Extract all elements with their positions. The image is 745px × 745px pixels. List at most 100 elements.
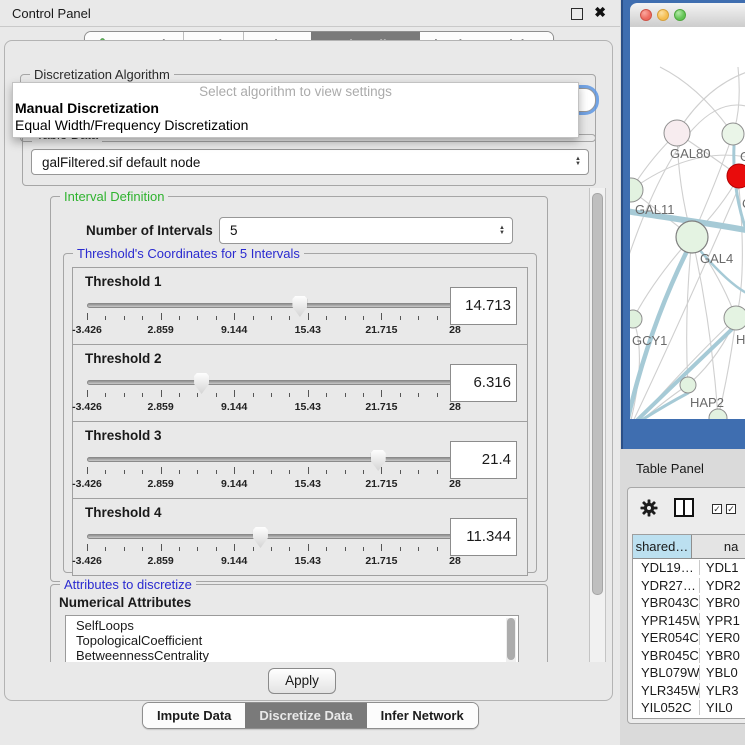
zoom-traffic-light-icon[interactable] [674,9,686,21]
table-panel-title: Table Panel [636,461,704,476]
interval-definition-group: Interval Definition Number of Intervals … [50,196,548,582]
node-label-h: H [736,332,745,347]
network-canvas[interactable]: GAL80 GA GAL11 C GAL4 GCY1 H HAP2 [630,27,745,419]
table-row[interactable]: YBR045CYBR0 [633,647,745,665]
cell-shared-name[interactable]: YBL079W [633,665,700,680]
slider-track[interactable] [87,534,455,539]
cell-name[interactable]: YIL0 [700,700,745,715]
attributes-list-scrollbar[interactable] [506,618,516,662]
threshold-slider[interactable]: -3.4262.8599.14415.4321.71528 [87,373,455,419]
attribute-list-item[interactable]: BetweennessCentrality [76,648,518,662]
node-label-gal4: GAL4 [700,251,733,266]
slider-track[interactable] [87,303,455,308]
table-row[interactable]: YPR145WYPR1 [633,612,745,630]
table-row[interactable]: YBR043CYBR0 [633,594,745,612]
node-hap2 [680,377,696,393]
tick-label: 28 [449,401,461,413]
cell-shared-name[interactable]: YBR045C [633,648,700,663]
cell-name[interactable]: YDR2 [700,578,745,593]
cyni-bottom-tabs: Impute Data Discretize Data Infer Networ… [142,702,479,729]
cell-name[interactable]: YBR0 [700,648,745,663]
cell-name[interactable]: YDL1 [700,560,745,575]
threshold-value-field[interactable]: 21.4 [450,441,517,479]
tab-impute-data[interactable]: Impute Data [143,703,245,728]
cell-shared-name[interactable]: YLR345W [633,683,700,698]
cell-name[interactable]: YLR3 [700,683,745,698]
float-window-icon[interactable] [571,8,583,20]
apply-button[interactable]: Apply [268,668,336,694]
cell-shared-name[interactable]: YER054C [633,630,700,645]
node-h [724,306,745,330]
cell-name[interactable]: YPR1 [700,613,745,628]
tick-label: 15.43 [295,555,321,567]
number-of-intervals-combobox[interactable]: 5 ▲▼ [219,217,513,244]
combo-stepper-icon[interactable]: ▲▼ [575,157,581,167]
tick-label: -3.426 [72,478,102,490]
table-row[interactable]: YBL079WYBL0 [633,664,745,682]
threshold-row: Threshold 2 -3.4262.8599.14415.4321.7152… [72,344,528,422]
tick-label: 9.144 [221,401,247,413]
table-row[interactable]: YIL052CYIL0 [633,699,745,717]
threshold-slider[interactable]: -3.4262.8599.14415.4321.71528 [87,527,455,573]
tick-label: 21.715 [365,478,397,490]
slider-tick-labels: -3.4262.8599.14415.4321.71528 [87,555,455,567]
column-header-shared[interactable]: shared… [633,535,692,558]
tick-label: 9.144 [221,478,247,490]
threshold-value-field[interactable]: 11.344 [450,518,517,556]
tab-discretize-data[interactable]: Discretize Data [245,703,366,728]
cell-shared-name[interactable]: YBR043C [633,595,700,610]
dropdown-option-manual[interactable]: Manual Discretization [13,100,578,117]
discretization-algorithm-label: Discretization Algorithm [30,67,174,82]
column-header-name[interactable]: na [692,535,745,558]
tick-label: -3.426 [72,555,102,567]
threshold-slider[interactable]: -3.4262.8599.14415.4321.71528 [87,296,455,342]
dropdown-option-equal-width[interactable]: Equal Width/Frequency Discretization [13,117,578,134]
settings-scroll-area: Interval Definition Number of Intervals … [10,188,606,662]
minimize-traffic-light-icon[interactable] [657,9,669,21]
settings-vertical-scrollbar[interactable] [589,188,606,662]
threshold-value-field[interactable]: 6.316 [450,364,517,402]
cell-name[interactable]: YER0 [700,630,745,645]
tick-label: 28 [449,478,461,490]
tab-infer-network[interactable]: Infer Network [367,703,478,728]
table-data-group: Table Data galFiltered.sif default node … [22,134,596,186]
checked-box-icon[interactable]: ✓ [726,504,736,514]
tick-label: -3.426 [72,324,102,336]
table-row[interactable]: YER054CYER0 [633,629,745,647]
table-row[interactable]: YDR27…YDR2 [633,577,745,595]
table-data-combobox[interactable]: galFiltered.sif default node ▲▼ [31,149,589,175]
cell-name[interactable]: YBL0 [700,665,745,680]
slider-ticks [87,313,455,321]
cell-shared-name[interactable]: YIL052C [633,700,700,715]
interval-definition-label: Interval Definition [60,189,168,204]
numerical-attributes-list[interactable]: SelfLoopsTopologicalCoefficientBetweenne… [65,615,519,662]
threshold-value-field[interactable]: 14.713 [450,287,517,325]
number-of-intervals-label: Number of Intervals [86,223,213,238]
close-traffic-light-icon[interactable] [640,9,652,21]
cell-name[interactable]: YBR0 [700,595,745,610]
slider-track[interactable] [87,380,455,385]
tick-label: 15.43 [295,401,321,413]
cell-shared-name[interactable]: YDL19… [633,560,700,575]
combo-stepper-icon[interactable]: ▲▼ [499,226,505,236]
threshold-row: Threshold 4 -3.4262.8599.14415.4321.7152… [72,498,528,576]
checked-box-icon[interactable]: ✓ [712,504,722,514]
cell-shared-name[interactable]: YPR145W [633,613,700,628]
threshold-slider[interactable]: -3.4262.8599.14415.4321.71528 [87,450,455,496]
slider-tick-labels: -3.4262.8599.14415.4321.71528 [87,324,455,336]
attribute-list-item[interactable]: SelfLoops [76,618,518,633]
tick-label: 28 [449,324,461,336]
gear-icon[interactable] [640,499,658,517]
close-icon[interactable]: ✖ [594,4,606,21]
tab-discretize-data-label: Discretize Data [259,708,352,723]
split-view-icon[interactable] [674,498,694,517]
table-row[interactable]: YLR345WYLR3 [633,682,745,700]
slider-track[interactable] [87,457,455,462]
tick-label: 28 [449,555,461,567]
node-label-gcy1: GCY1 [632,333,667,348]
cell-shared-name[interactable]: YDR27… [633,578,700,593]
table-row[interactable]: YDL19…YDL1 [633,559,745,577]
attribute-list-item[interactable]: TopologicalCoefficient [76,633,518,648]
tick-label: 15.43 [295,324,321,336]
tab-infer-network-label: Infer Network [381,708,464,723]
